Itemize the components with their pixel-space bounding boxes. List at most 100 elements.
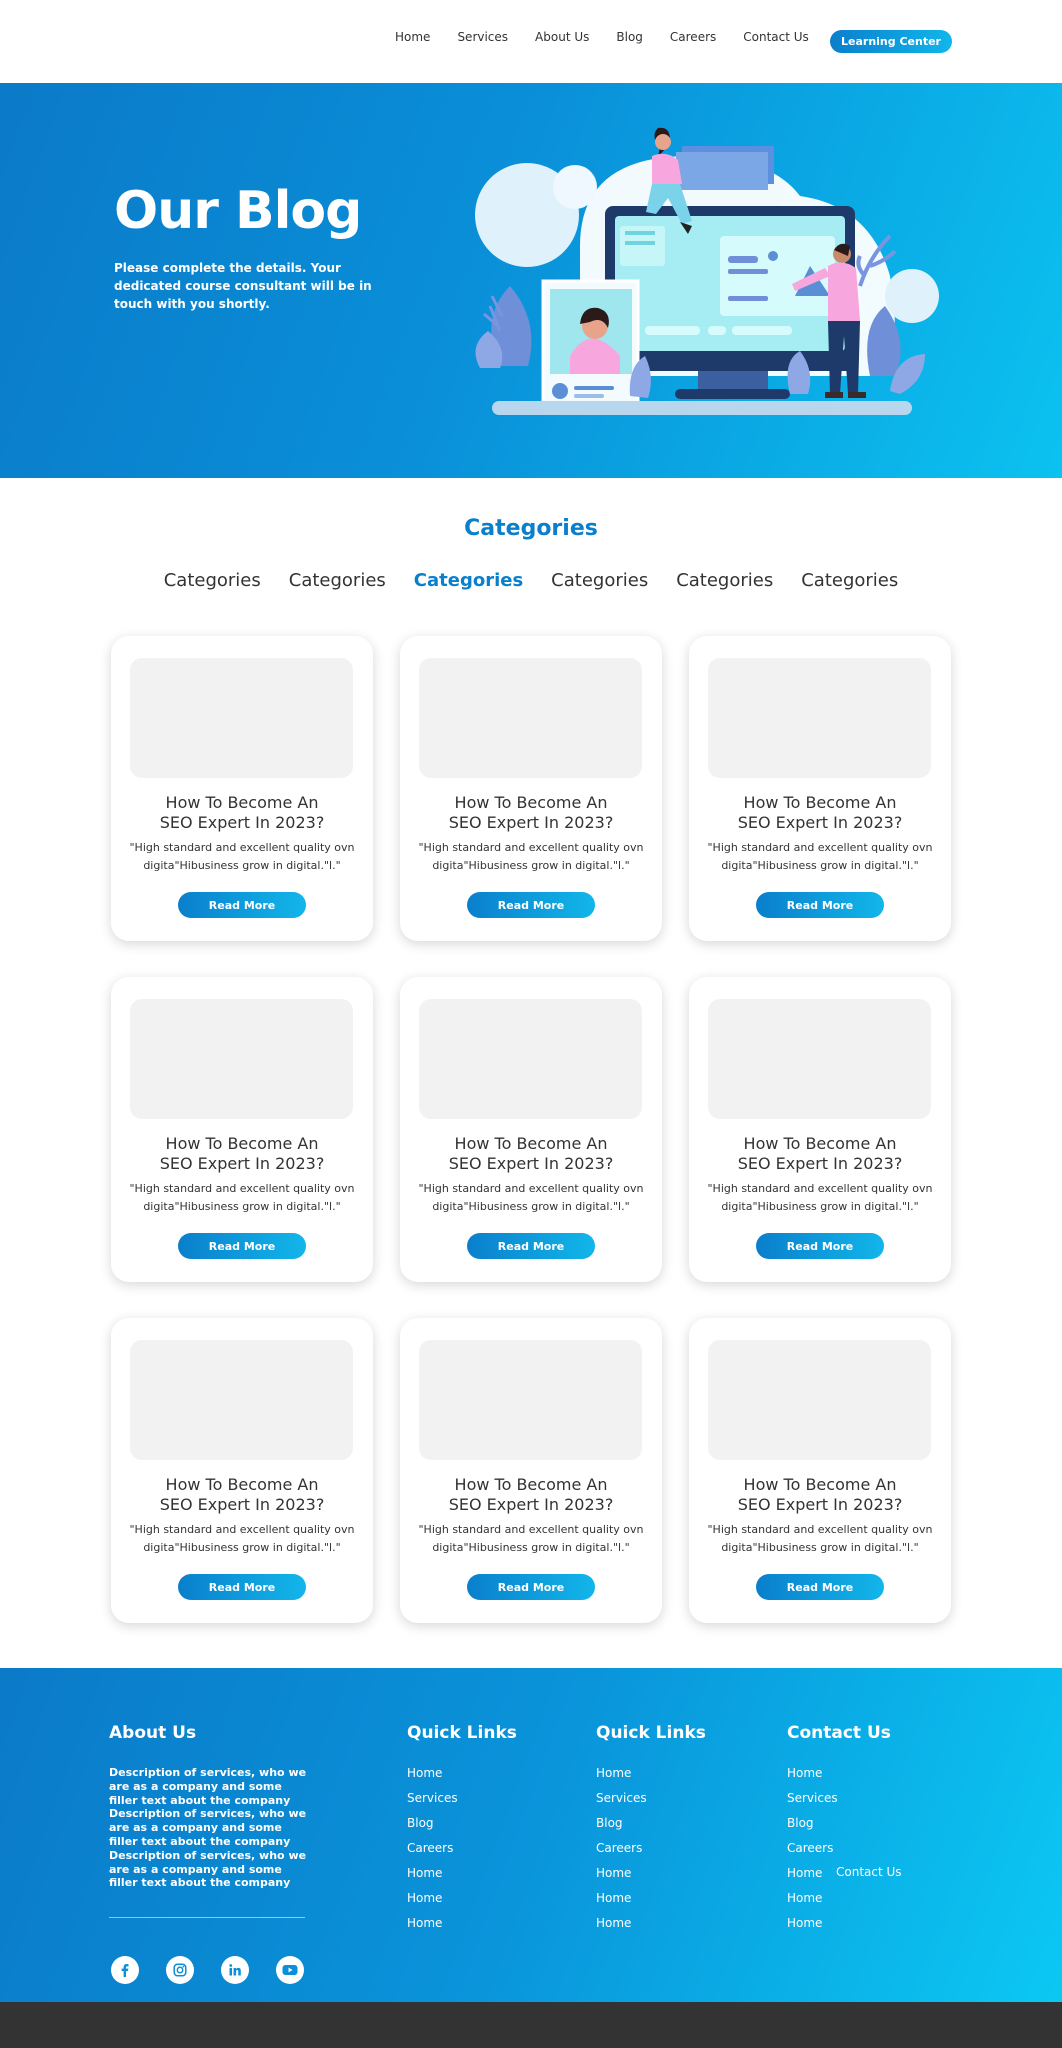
read-more-button[interactable]: Read More bbox=[756, 1574, 884, 1600]
footer-link[interactable]: Home bbox=[407, 1916, 458, 1941]
nav-links: Home Services About Us Blog Careers Cont… bbox=[395, 30, 836, 44]
blog-card-excerpt: "High standard and excellent quality ovn… bbox=[418, 841, 644, 872]
site-footer: About Us Description of services, who we… bbox=[0, 1668, 1062, 2002]
footer-quick-links-heading-2: Quick Links bbox=[596, 1723, 706, 1743]
categories-heading: Categories bbox=[464, 516, 598, 541]
blog-card-image[interactable] bbox=[708, 1340, 931, 1460]
footer-contact-list: Home Services Blog Careers Home Home Hom… bbox=[787, 1766, 838, 1941]
nav-link-contact[interactable]: Contact Us bbox=[743, 30, 809, 44]
blog-card-excerpt: "High standard and excellent quality ovn… bbox=[418, 1182, 644, 1213]
read-more-button[interactable]: Read More bbox=[178, 1574, 306, 1600]
instagram-icon[interactable] bbox=[166, 1956, 194, 1984]
learning-center-button[interactable]: Learning Center bbox=[830, 30, 952, 53]
blog-card-excerpt: "High standard and excellent quality ovn… bbox=[129, 1523, 355, 1554]
blog-card: How To Become An SEO Expert In 2023? "Hi… bbox=[689, 977, 951, 1282]
blog-card: How To Become An SEO Expert In 2023? "Hi… bbox=[400, 977, 662, 1282]
category-tabs: Categories Categories Categories Categor… bbox=[0, 570, 1062, 591]
blog-card-title[interactable]: How To Become An SEO Expert In 2023? bbox=[400, 1475, 662, 1515]
blog-card: How To Become An SEO Expert In 2023? "Hi… bbox=[400, 636, 662, 941]
category-tab-4[interactable]: Categories bbox=[551, 570, 648, 591]
blog-card-title[interactable]: How To Become An SEO Expert In 2023? bbox=[689, 1475, 951, 1515]
blog-card-image[interactable] bbox=[419, 999, 642, 1119]
blog-card-excerpt: "High standard and excellent quality ovn… bbox=[707, 1523, 933, 1554]
blog-card-title[interactable]: How To Become An SEO Expert In 2023? bbox=[111, 1134, 373, 1174]
blog-card: How To Become An SEO Expert In 2023? "Hi… bbox=[689, 636, 951, 941]
facebook-icon[interactable] bbox=[111, 1956, 139, 1984]
footer-about-heading: About Us bbox=[109, 1723, 197, 1743]
blog-card-title[interactable]: How To Become An SEO Expert In 2023? bbox=[111, 1475, 373, 1515]
footer-link[interactable]: Home bbox=[596, 1866, 647, 1891]
blog-card-title[interactable]: How To Become An SEO Expert In 2023? bbox=[111, 793, 373, 833]
blog-card-image[interactable] bbox=[419, 658, 642, 778]
read-more-button[interactable]: Read More bbox=[467, 1233, 595, 1259]
footer-link[interactable]: Careers bbox=[596, 1841, 647, 1866]
nav-link-about[interactable]: About Us bbox=[535, 30, 589, 44]
footer-link[interactable]: Home bbox=[787, 1891, 838, 1916]
blog-card-image[interactable] bbox=[130, 1340, 353, 1460]
footer-link[interactable]: Home bbox=[596, 1916, 647, 1941]
youtube-icon[interactable] bbox=[276, 1956, 304, 1984]
footer-link[interactable]: Blog bbox=[596, 1816, 647, 1841]
nav-link-home[interactable]: Home bbox=[395, 30, 430, 44]
footer-link[interactable]: Home bbox=[407, 1866, 458, 1891]
blog-card-excerpt: "High standard and excellent quality ovn… bbox=[129, 841, 355, 872]
footer-link[interactable]: Home bbox=[787, 1766, 838, 1791]
blog-card-title[interactable]: How To Become An SEO Expert In 2023? bbox=[689, 793, 951, 833]
footer-link[interactable]: Home bbox=[407, 1766, 458, 1791]
category-tab-5[interactable]: Categories bbox=[676, 570, 773, 591]
nav-link-careers[interactable]: Careers bbox=[670, 30, 716, 44]
footer-link[interactable]: Careers bbox=[407, 1841, 458, 1866]
blog-card-image[interactable] bbox=[708, 658, 931, 778]
blog-card-title[interactable]: How To Become An SEO Expert In 2023? bbox=[689, 1134, 951, 1174]
read-more-button[interactable]: Read More bbox=[756, 892, 884, 918]
blog-card-image[interactable] bbox=[419, 1340, 642, 1460]
blog-card: How To Become An SEO Expert In 2023? "Hi… bbox=[689, 1318, 951, 1623]
footer-link[interactable]: Careers bbox=[787, 1841, 838, 1866]
blog-card-grid: How To Become An SEO Expert In 2023? "Hi… bbox=[111, 636, 951, 1623]
footer-link[interactable]: Home bbox=[596, 1891, 647, 1916]
hero-illustration bbox=[475, 127, 939, 415]
blog-card-title[interactable]: How To Become An SEO Expert In 2023? bbox=[400, 1134, 662, 1174]
footer-link[interactable]: Blog bbox=[407, 1816, 458, 1841]
read-more-button[interactable]: Read More bbox=[178, 1233, 306, 1259]
footer-link[interactable]: Services bbox=[787, 1791, 838, 1816]
category-tab-2[interactable]: Categories bbox=[289, 570, 386, 591]
read-more-button[interactable]: Read More bbox=[467, 892, 595, 918]
read-more-button[interactable]: Read More bbox=[756, 1233, 884, 1259]
nav-link-blog[interactable]: Blog bbox=[616, 30, 643, 44]
linkedin-icon[interactable] bbox=[221, 1956, 249, 1984]
footer-link[interactable]: Home bbox=[407, 1891, 458, 1916]
footer-link[interactable]: Services bbox=[596, 1791, 647, 1816]
blog-card-image[interactable] bbox=[130, 999, 353, 1119]
footer-link[interactable]: Home bbox=[787, 1866, 838, 1891]
bottom-bar bbox=[0, 2002, 1062, 2048]
read-more-button[interactable]: Read More bbox=[178, 892, 306, 918]
footer-link[interactable]: Home bbox=[596, 1766, 647, 1791]
blog-card-excerpt: "High standard and excellent quality ovn… bbox=[707, 1182, 933, 1213]
top-nav: Home Services About Us Blog Careers Cont… bbox=[0, 0, 1062, 83]
category-tab-6[interactable]: Categories bbox=[801, 570, 898, 591]
blog-card-image[interactable] bbox=[130, 658, 353, 778]
footer-link[interactable]: Services bbox=[407, 1791, 458, 1816]
category-tab-3-active[interactable]: Categories bbox=[414, 570, 523, 591]
blog-card-excerpt: "High standard and excellent quality ovn… bbox=[707, 841, 933, 872]
footer-contact-link[interactable]: Contact Us bbox=[836, 1865, 902, 1879]
blog-card-excerpt: "High standard and excellent quality ovn… bbox=[418, 1523, 644, 1554]
read-more-button[interactable]: Read More bbox=[467, 1574, 595, 1600]
footer-link[interactable]: Home bbox=[787, 1916, 838, 1941]
footer-contact-heading: Contact Us bbox=[787, 1723, 891, 1743]
blog-card: How To Become An SEO Expert In 2023? "Hi… bbox=[111, 977, 373, 1282]
footer-quick-links-list-1: Home Services Blog Careers Home Home Hom… bbox=[407, 1766, 458, 1941]
hero-subtitle: Please complete the details. Your dedica… bbox=[114, 261, 372, 311]
footer-link[interactable]: Blog bbox=[787, 1816, 838, 1841]
blog-card-image[interactable] bbox=[708, 999, 931, 1119]
page-title: Our Blog bbox=[114, 181, 362, 241]
footer-divider bbox=[109, 1917, 305, 1918]
blog-card: How To Become An SEO Expert In 2023? "Hi… bbox=[400, 1318, 662, 1623]
category-tab-1[interactable]: Categories bbox=[164, 570, 261, 591]
footer-about-text: Description of services, who we are as a… bbox=[109, 1766, 307, 1890]
blog-card-title[interactable]: How To Become An SEO Expert In 2023? bbox=[400, 793, 662, 833]
blog-card: How To Become An SEO Expert In 2023? "Hi… bbox=[111, 1318, 373, 1623]
footer-quick-links-heading-1: Quick Links bbox=[407, 1723, 517, 1743]
nav-link-services[interactable]: Services bbox=[457, 30, 508, 44]
